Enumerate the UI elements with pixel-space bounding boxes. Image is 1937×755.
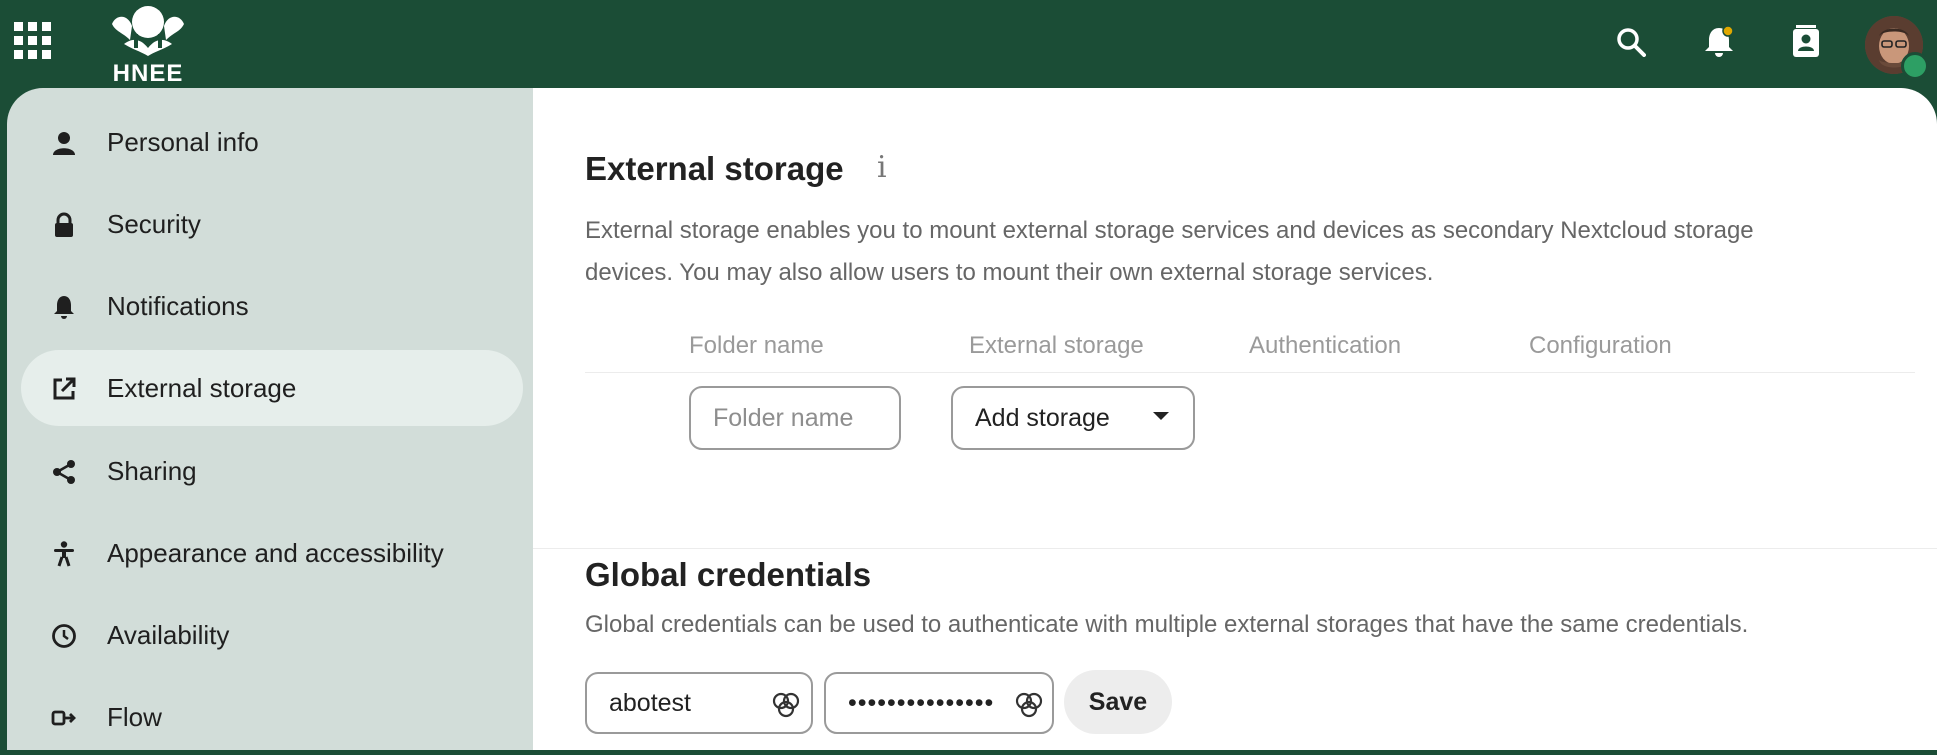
online-status-badge [1901, 52, 1929, 80]
credentials-password-input[interactable]: ••••••••••••••• [824, 672, 1054, 734]
column-header-external-storage: External storage [969, 332, 1144, 359]
sidebar-item-label: Appearance and accessibility [107, 537, 444, 568]
share-icon [53, 460, 75, 484]
add-storage-label: Add storage [975, 403, 1110, 432]
credentials-username-input[interactable]: abotest [585, 672, 813, 734]
sidebar-item-security[interactable]: Security [21, 186, 523, 262]
bell-icon [54, 296, 74, 319]
column-header-configuration: Configuration [1529, 332, 1672, 359]
main-content: External storage i External storage enab… [533, 88, 1937, 750]
contacts-button[interactable] [1786, 22, 1826, 62]
sidebar-item-label: Security [107, 208, 201, 239]
global-credentials-title: Global credentials [585, 556, 872, 593]
username-value: abotest [609, 688, 692, 717]
column-header-folder-name: Folder name [689, 332, 824, 359]
global-credentials-description: Global credentials can be used to authen… [585, 611, 1749, 638]
bell-icon [1705, 25, 1734, 57]
save-button[interactable]: Save [1064, 670, 1172, 734]
sidebar-item-label: Flow [107, 701, 162, 732]
add-storage-select[interactable]: Add storage [951, 386, 1195, 450]
section-divider [533, 548, 1937, 549]
column-header-authentication: Authentication [1249, 332, 1402, 359]
apps-grid-icon[interactable] [14, 22, 52, 60]
sidebar-item-label: Personal info [107, 126, 259, 157]
sidebar-item-availability[interactable]: Availability [21, 597, 523, 673]
sidebar-item-sharing[interactable]: Sharing [21, 433, 523, 509]
folder-name-input[interactable]: Folder name [689, 386, 901, 450]
external-storage-description-line1: External storage enables you to mount ex… [585, 217, 1754, 244]
hnee-logo[interactable]: HNEE [104, 4, 192, 87]
sidebar-item-appearance[interactable]: Appearance and accessibility [21, 515, 523, 591]
logo-text: HNEE [112, 60, 184, 87]
external-storage-title: External storage [585, 150, 844, 187]
sidebar-item-label: Availability [107, 619, 230, 650]
accessibility-icon [54, 541, 74, 567]
table-header-divider [585, 372, 1915, 373]
search-icon [1617, 28, 1646, 57]
sidebar-item-notifications[interactable]: Notifications [21, 268, 523, 344]
contacts-icon [1793, 25, 1819, 57]
settings-sidebar: Personal info Security Notifications Ext… [7, 88, 533, 750]
sidebar-item-label: Notifications [107, 290, 249, 321]
tree-logo-icon [112, 6, 184, 56]
sidebar-item-label: External storage [107, 372, 297, 403]
top-header: HNEE [0, 0, 1937, 88]
chevron-down-icon [1153, 412, 1169, 420]
search-button[interactable] [1611, 22, 1651, 62]
flow-icon [51, 710, 76, 726]
external-storage-description-line2: devices. You may also allow users to mou… [585, 259, 1434, 286]
info-icon[interactable]: i [877, 150, 887, 185]
lock-icon [55, 212, 73, 237]
sidebar-item-external-storage[interactable]: External storage [21, 350, 523, 426]
password-value: ••••••••••••••• [848, 688, 995, 717]
notifications-button[interactable] [1699, 22, 1739, 62]
password-manager-icon[interactable] [1014, 689, 1044, 719]
sidebar-item-label: Sharing [107, 455, 197, 486]
password-manager-icon[interactable] [771, 689, 801, 719]
person-icon [53, 132, 75, 155]
sidebar-item-flow[interactable]: Flow [21, 679, 523, 755]
folder-name-placeholder: Folder name [713, 403, 854, 432]
sidebar-item-personal-info[interactable]: Personal info [21, 104, 523, 180]
open-in-new-icon [53, 377, 76, 400]
clock-icon [52, 624, 76, 648]
